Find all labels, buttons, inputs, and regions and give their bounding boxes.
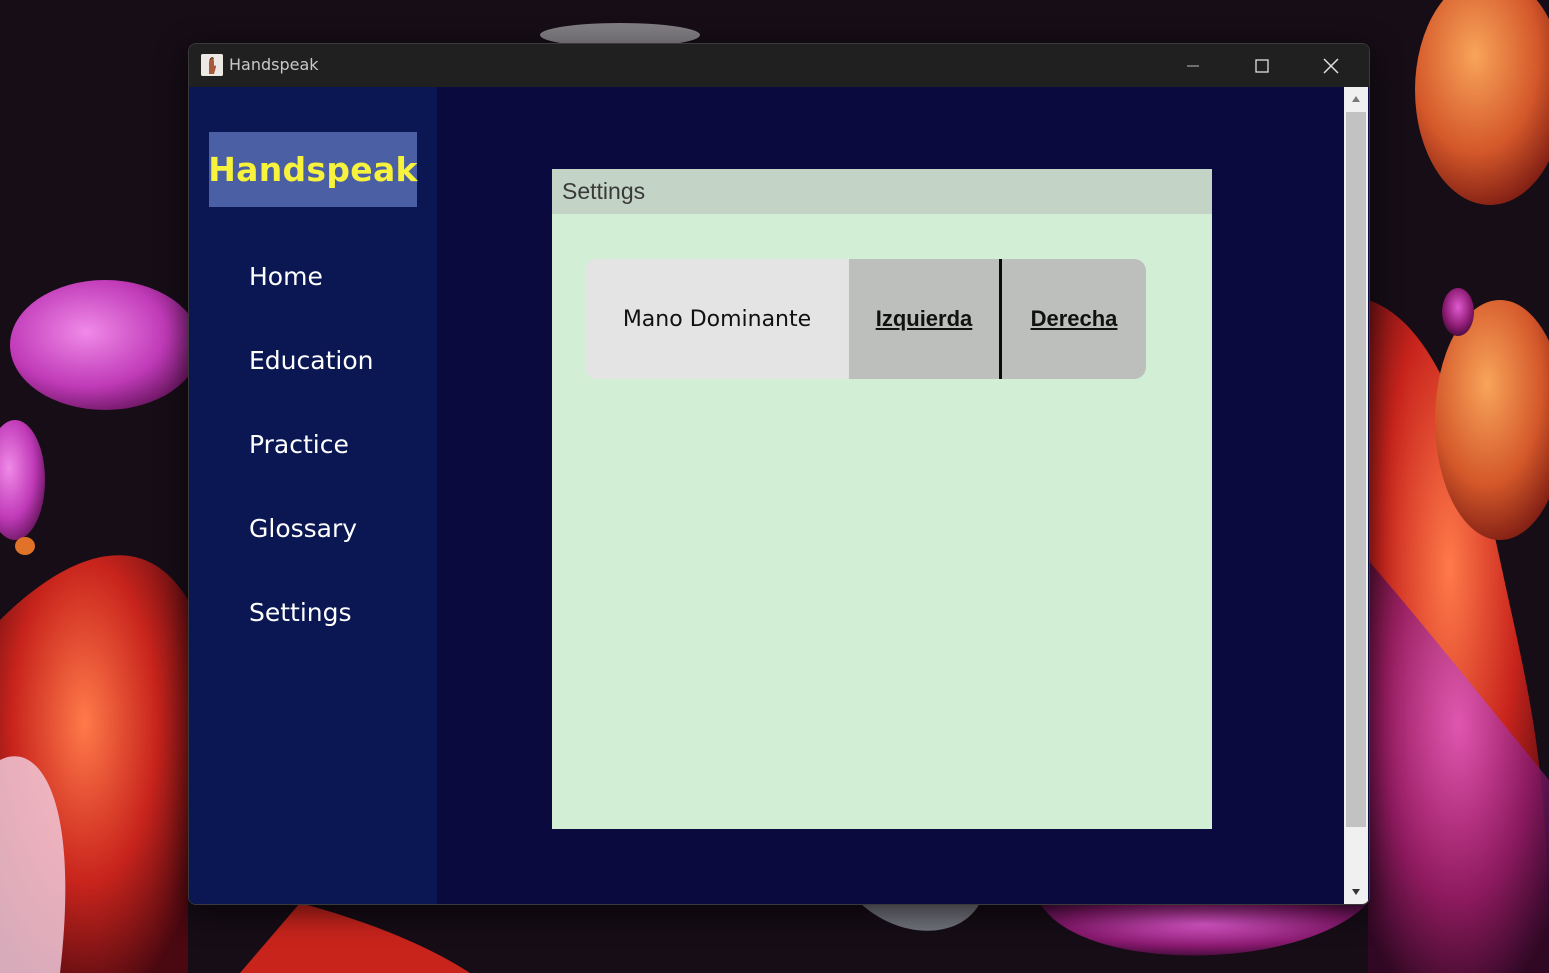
- scroll-thumb[interactable]: [1346, 112, 1366, 827]
- close-icon: [1323, 57, 1339, 74]
- nav-item-settings[interactable]: Settings: [249, 593, 352, 633]
- hand-icon: [201, 54, 223, 76]
- vertical-scrollbar[interactable]: [1344, 87, 1368, 904]
- nav-item-home[interactable]: Home: [249, 257, 323, 297]
- maximize-icon: [1255, 58, 1269, 73]
- arrow-down-icon: [1352, 889, 1360, 895]
- app-window: Handspeak Handspeak Home Education Pract…: [188, 43, 1370, 905]
- title-bar[interactable]: Handspeak: [189, 44, 1369, 87]
- client-area: Handspeak Home Education Practice Glossa…: [189, 87, 1369, 904]
- brand-logo: Handspeak: [208, 132, 418, 207]
- close-button[interactable]: [1297, 44, 1365, 87]
- nav-item-education[interactable]: Education: [249, 341, 373, 381]
- minimize-icon: [1187, 65, 1199, 66]
- right-hand-option[interactable]: Derecha: [1002, 259, 1146, 379]
- dominant-hand-setting: Mano Dominante Izquierda Derecha: [585, 259, 1146, 379]
- nav-item-practice[interactable]: Practice: [249, 425, 349, 465]
- nav-item-glossary[interactable]: Glossary: [249, 509, 357, 549]
- maximize-button[interactable]: [1228, 44, 1296, 87]
- left-hand-option[interactable]: Izquierda: [849, 259, 999, 379]
- scroll-up-button[interactable]: [1344, 87, 1368, 111]
- arrow-up-icon: [1352, 96, 1360, 102]
- settings-panel: Settings Mano Dominante Izquierda Derech…: [552, 169, 1212, 829]
- minimize-button[interactable]: [1159, 44, 1227, 87]
- settings-panel-header: Settings: [552, 169, 1212, 214]
- sidebar: Handspeak Home Education Practice Glossa…: [189, 87, 437, 904]
- window-title: Handspeak: [229, 55, 319, 74]
- scroll-down-button[interactable]: [1344, 880, 1368, 904]
- brand-title: Handspeak: [208, 150, 418, 189]
- settings-panel-title: Settings: [562, 178, 646, 204]
- dominant-hand-label: Mano Dominante: [622, 306, 812, 332]
